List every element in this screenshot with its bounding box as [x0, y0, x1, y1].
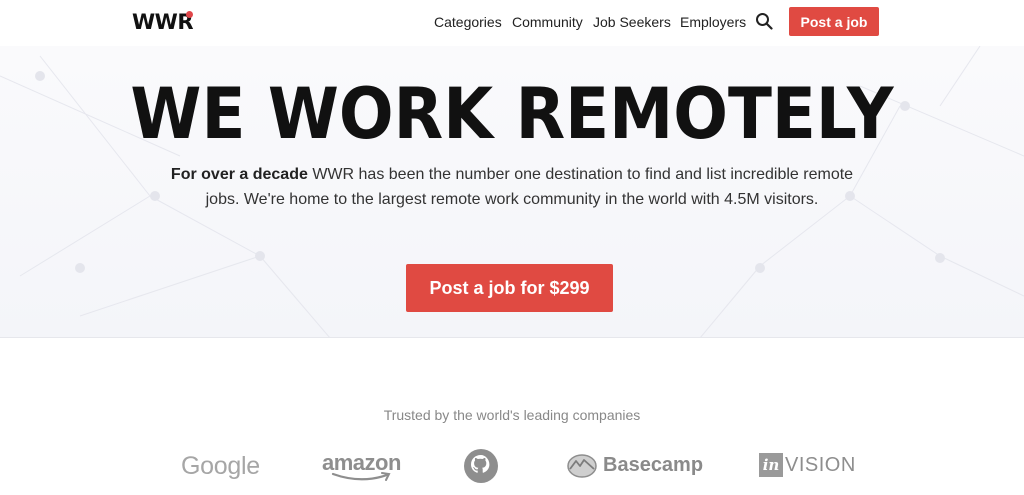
search-icon[interactable] — [755, 12, 773, 30]
nav-community[interactable]: Community — [512, 14, 583, 30]
post-job-button[interactable]: Post a job — [789, 7, 879, 36]
github-logo-icon — [464, 449, 498, 483]
hero-section: WE WORK REMOTELY For over a decade WWR h… — [0, 46, 1024, 338]
google-logo: Google — [181, 452, 260, 480]
hero-title: WE WORK REMOTELY — [130, 73, 894, 155]
hero-description: For over a decade WWR has been the numbe… — [162, 162, 862, 212]
basecamp-label: Basecamp — [603, 453, 704, 476]
amazon-smile-icon — [331, 472, 391, 481]
invision-badge: in — [759, 453, 783, 477]
nav-categories[interactable]: Categories — [434, 14, 502, 30]
trusted-heading: Trusted by the world's leading companies — [383, 407, 641, 423]
invision-label: VISION — [785, 453, 856, 476]
basecamp-icon — [567, 454, 597, 478]
hero-description-bold: For over a decade — [170, 166, 308, 183]
invision-logo: in VISION — [759, 453, 856, 477]
nav-employers[interactable]: Employers — [680, 14, 746, 30]
site-header: WWR Categories Community Job Seekers Emp… — [0, 0, 1024, 46]
post-job-cta-button[interactable]: Post a job for $299 — [406, 264, 613, 312]
basecamp-logo: Basecamp — [567, 452, 703, 478]
nav-job-seekers[interactable]: Job Seekers — [593, 14, 671, 30]
